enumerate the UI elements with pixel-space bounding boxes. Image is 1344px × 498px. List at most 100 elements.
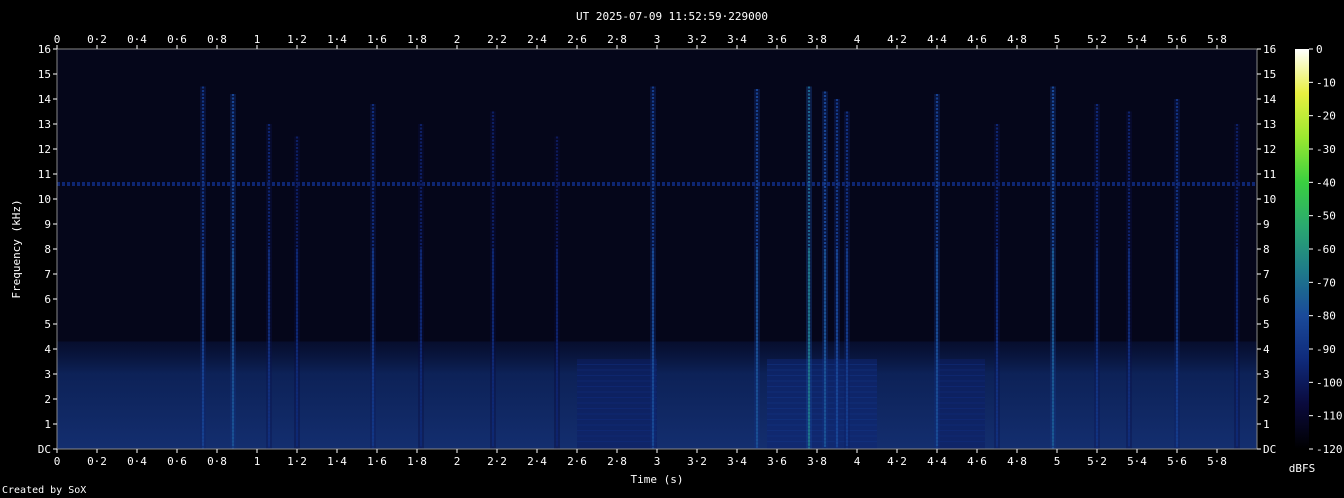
y-tick-label: 9 bbox=[44, 218, 51, 231]
y-tick-label: 10 bbox=[38, 193, 51, 206]
x-tick-label: 5·6 bbox=[1167, 455, 1187, 468]
colorbar-tick-label: -80 bbox=[1316, 310, 1336, 323]
x-tick-label: 0·4 bbox=[127, 33, 147, 46]
x-tick-label: 0·2 bbox=[87, 33, 107, 46]
y-tick-label: 5 bbox=[44, 318, 51, 331]
y-tick-label: 13 bbox=[1263, 118, 1276, 131]
y-tick-label: 16 bbox=[1263, 43, 1276, 56]
x-tick-label: 3·2 bbox=[687, 33, 707, 46]
x-tick-label: 5 bbox=[1054, 455, 1061, 468]
x-tick-label: 1 bbox=[254, 33, 261, 46]
x-tick-label: 4·2 bbox=[887, 455, 907, 468]
y-tick-label: 12 bbox=[1263, 143, 1276, 156]
y-tick-label: 7 bbox=[44, 268, 51, 281]
y-tick-label: 8 bbox=[44, 243, 51, 256]
y-tick-label: 8 bbox=[1263, 243, 1270, 256]
x-tick-label: 4·4 bbox=[927, 33, 947, 46]
colorbar-tick-label: -50 bbox=[1316, 210, 1336, 223]
colorbar-tick-label: -100 bbox=[1316, 376, 1343, 389]
x-tick-label: 2·4 bbox=[527, 455, 547, 468]
x-tick-label: 3·2 bbox=[687, 455, 707, 468]
y-tick-label: 12 bbox=[38, 143, 51, 156]
x-tick-label: 3·4 bbox=[727, 455, 747, 468]
y-tick-label: 14 bbox=[1263, 93, 1277, 106]
x-tick-label: 1·2 bbox=[287, 33, 307, 46]
y-axis-left: DC12345678910111213141516 bbox=[38, 43, 57, 456]
x-tick-label: 2·6 bbox=[567, 33, 587, 46]
x-tick-label: 0 bbox=[54, 33, 61, 46]
x-tick-label: 1·4 bbox=[327, 455, 347, 468]
y-tick-label: DC bbox=[38, 443, 51, 456]
y-tick-label: 4 bbox=[44, 343, 51, 356]
x-tick-label: 2·2 bbox=[487, 455, 507, 468]
y-tick-label: 1 bbox=[44, 418, 51, 431]
y-tick-label: 3 bbox=[44, 368, 51, 381]
x-axis-top: 0 0·2 0·4 0·6 0·8 1 1·2 1·4 1·6 1·8 2 2·2 2·4 2·6 2·8 3… bbox=[54, 33, 1227, 49]
colorbar-tick-label: -40 bbox=[1316, 176, 1336, 189]
colorbar-tick-label: 0 bbox=[1316, 43, 1323, 56]
x-tick-label: 4 bbox=[854, 455, 861, 468]
x-tick-label: 0·6 bbox=[167, 33, 187, 46]
x-tick-label: 5·2 bbox=[1087, 455, 1107, 468]
x-tick-label: 5·6 bbox=[1167, 33, 1187, 46]
x-tick-label: 4·6 bbox=[967, 455, 987, 468]
x-tick-label: 3 bbox=[654, 33, 661, 46]
x-tick-label: 0·8 bbox=[207, 455, 227, 468]
x-tick-label: 2 bbox=[454, 455, 461, 468]
x-tick-label: 1·8 bbox=[407, 455, 427, 468]
x-tick-label: 2·6 bbox=[567, 455, 587, 468]
chart-title: UT 2025-07-09 11:52:59·229000 bbox=[576, 10, 768, 23]
x-axis-label: Time (s) bbox=[631, 473, 684, 486]
x-tick-label: 3·8 bbox=[807, 455, 827, 468]
x-tick-label: 2·4 bbox=[527, 33, 547, 46]
colorbar-tick-label: -10 bbox=[1316, 76, 1336, 89]
x-tick-label: 5·2 bbox=[1087, 33, 1107, 46]
credit-text: Created by SoX bbox=[2, 485, 87, 496]
x-tick-label: 2 bbox=[454, 33, 461, 46]
y-tick-label: 15 bbox=[1263, 68, 1276, 81]
y-tick-label: 11 bbox=[1263, 168, 1276, 181]
x-tick-label: 1·6 bbox=[367, 455, 387, 468]
x-tick-label: 4·8 bbox=[1007, 33, 1027, 46]
colorbar-tick-label: -70 bbox=[1316, 276, 1336, 289]
x-tick-label: 1·8 bbox=[407, 33, 427, 46]
x-tick-label: 1 bbox=[254, 455, 261, 468]
y-tick-label: 16 bbox=[38, 43, 51, 56]
colorbar-tick-label: -110 bbox=[1316, 410, 1343, 423]
colorbar-tick-label: -30 bbox=[1316, 143, 1336, 156]
burst-region bbox=[937, 359, 985, 449]
x-tick-label: 4 bbox=[854, 33, 861, 46]
y-tick-label: 11 bbox=[38, 168, 51, 181]
y-tick-label: 1 bbox=[1263, 418, 1270, 431]
y-axis-right: DC12345678910111213141516 bbox=[1257, 43, 1277, 456]
colorbar-label: dBFS bbox=[1289, 462, 1316, 475]
x-tick-label: 0 bbox=[54, 455, 61, 468]
x-tick-label: 3·8 bbox=[807, 33, 827, 46]
y-tick-label: 5 bbox=[1263, 318, 1270, 331]
x-tick-label: 4·4 bbox=[927, 455, 947, 468]
y-tick-label: 6 bbox=[1263, 293, 1270, 306]
x-tick-label: 4·2 bbox=[887, 33, 907, 46]
x-tick-label: 2·8 bbox=[607, 455, 627, 468]
y-tick-label: 2 bbox=[1263, 393, 1270, 406]
colorbar bbox=[1295, 49, 1309, 449]
x-tick-label: 3·6 bbox=[767, 455, 787, 468]
burst-region bbox=[577, 359, 657, 449]
x-tick-label: 5·8 bbox=[1207, 33, 1227, 46]
x-tick-label: 1·6 bbox=[367, 33, 387, 46]
x-tick-label: 0·6 bbox=[167, 455, 187, 468]
x-tick-label: 5·4 bbox=[1127, 455, 1147, 468]
colorbar-tick-label: -20 bbox=[1316, 110, 1336, 123]
y-tick-label: 6 bbox=[44, 293, 51, 306]
colorbar-tick-label: -90 bbox=[1316, 343, 1336, 356]
y-tick-label: 4 bbox=[1263, 343, 1270, 356]
y-tick-label: 15 bbox=[38, 68, 51, 81]
x-axis-bottom: 0 0·2 0·4 0·6 0·8 1 1·2 1·4 1·6 1·8 2 2·2 2·4 2·6 2·8 3… bbox=[54, 449, 1227, 468]
x-tick-label: 5·8 bbox=[1207, 455, 1227, 468]
y-axis-label: Frequency (kHz) bbox=[10, 199, 23, 298]
x-tick-label: 5 bbox=[1054, 33, 1061, 46]
y-tick-label: 9 bbox=[1263, 218, 1270, 231]
x-tick-label: 2·2 bbox=[487, 33, 507, 46]
x-tick-label: 4·8 bbox=[1007, 455, 1027, 468]
colorbar-ticks: 0 -10 -20 -30 -40 -50 -60 -70 -80 -90 -100 -110 -120 bbox=[1309, 43, 1343, 456]
